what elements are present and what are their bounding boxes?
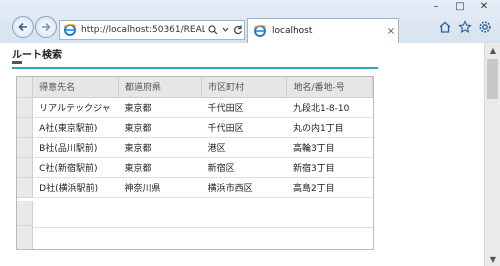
page-content: ルート検索 得意先名 都道府県 市区町村 地名/番地-号 リアルテックジャ 東京… [0,43,484,266]
scroll-up-arrow-icon[interactable]: ▲ [485,43,500,57]
back-arrow-icon [18,22,27,32]
cell-customer[interactable]: C社(新宿駅前) [32,157,119,178]
cell-customer[interactable]: B社(品川駅前) [32,137,119,158]
cell-prefecture[interactable]: 神奈川県 [118,177,202,198]
cell-address[interactable]: 新宿3丁目 [286,157,373,178]
grid-divider [17,227,373,228]
column-header-address[interactable]: 地名/番地-号 [286,77,373,98]
table-header-row: 得意先名 都道府県 市区町村 地名/番地-号 [17,77,373,98]
table-row[interactable]: C社(新宿駅前) 東京都 新宿区 新宿3丁目 [17,157,373,178]
cell-customer[interactable]: リアルテックジャ [32,97,119,118]
cell-city[interactable]: 港区 [201,137,287,158]
heading-underline [12,67,378,69]
cell-city[interactable]: 千代田区 [201,97,287,118]
column-header-city[interactable]: 市区町村 [201,77,288,98]
cell-customer[interactable]: A社(東京駅前) [32,117,119,138]
forward-button[interactable] [35,16,57,38]
tab-title: localhost [272,26,313,36]
vertical-scrollbar[interactable]: ▲ ▼ [484,43,500,266]
refresh-icon[interactable] [233,25,243,35]
url-text[interactable]: http://localhost:50361/REAL [81,25,205,35]
corner-cell [17,77,34,98]
ie-logo-icon [63,24,77,36]
window-controls: – □ ✕ [424,0,496,13]
address-bar[interactable]: http://localhost:50361/REAL [59,20,245,40]
settings-gear-icon[interactable] [478,20,492,34]
tab-close-button[interactable]: × [384,26,398,37]
scrollbar-thumb[interactable] [487,59,498,99]
row-header[interactable] [17,137,34,158]
cell-address[interactable]: 丸の内1丁目 [286,117,373,138]
cell-prefecture[interactable]: 東京都 [118,137,202,158]
browser-chrome: – □ ✕ http://localhost:50361/REAL localh… [0,0,500,43]
column-header-prefecture[interactable]: 都道府県 [118,77,203,98]
row-header[interactable] [17,157,34,178]
home-icon[interactable] [438,20,452,34]
minimize-button[interactable]: – [424,0,448,13]
row-header[interactable] [17,117,34,138]
table-row[interactable]: D社(横浜駅前) 神奈川県 横浜市西区 高島2丁目 [17,177,373,198]
back-button[interactable] [12,16,34,38]
empty-row-headers [17,201,33,249]
table-row[interactable]: A社(東京駅前) 東京都 千代田区 丸の内1丁目 [17,117,373,138]
browser-toolbar-right [438,20,492,34]
cell-prefecture[interactable]: 東京都 [118,157,202,178]
forward-arrow-icon [42,22,51,32]
cell-address[interactable]: 高島2丁目 [286,177,373,198]
scroll-down-arrow-icon[interactable]: ▼ [485,252,500,266]
cell-city[interactable]: 横浜市西区 [201,177,287,198]
row-header[interactable] [17,97,34,118]
tab-localhost[interactable]: localhost × [247,18,399,43]
favorites-star-icon[interactable] [458,20,472,34]
heading-marker [12,61,22,64]
close-window-button[interactable]: ✕ [472,0,496,13]
cell-customer[interactable]: D社(横浜駅前) [32,177,119,198]
column-header-customer[interactable]: 得意先名 [32,77,119,98]
maximize-button[interactable]: □ [448,0,472,13]
ie-logo-icon [253,25,267,37]
search-icon[interactable] [208,25,218,35]
chevron-down-icon[interactable] [222,25,229,35]
customer-grid: 得意先名 都道府県 市区町村 地名/番地-号 リアルテックジャ 東京都 千代田区… [16,76,374,250]
row-separator [17,225,33,226]
cell-address[interactable]: 九段北1-8-10 [286,97,373,118]
cell-city[interactable]: 新宿区 [201,157,287,178]
cell-prefecture[interactable]: 東京都 [118,97,202,118]
page-title: ルート検索 [12,50,62,61]
cell-city[interactable]: 千代田区 [201,117,287,138]
cell-address[interactable]: 高輪3丁目 [286,137,373,158]
table-row[interactable]: B社(品川駅前) 東京都 港区 高輪3丁目 [17,137,373,158]
cell-prefecture[interactable]: 東京都 [118,117,202,138]
table-row[interactable]: リアルテックジャ 東京都 千代田区 九段北1-8-10 [17,97,373,118]
row-header[interactable] [17,177,34,198]
